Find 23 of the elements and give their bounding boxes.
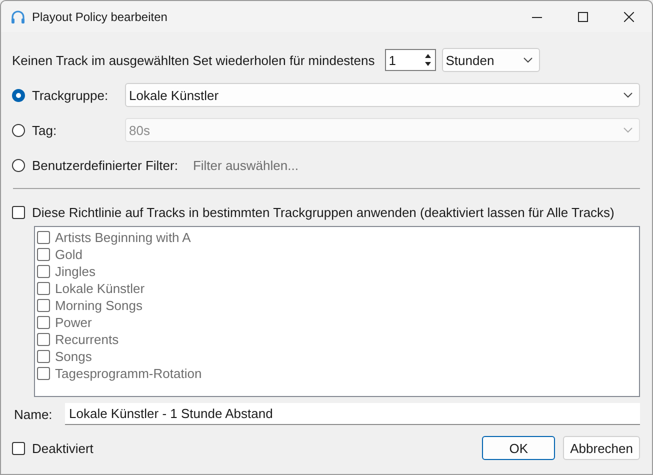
maximize-icon[interactable] (578, 12, 588, 22)
checkbox-label: Diese Richtlinie auf Tracks in bestimmten Trackgruppen anwenden (deaktiviert lassen für Alle Tracks) (32, 204, 614, 220)
checkbox[interactable] (12, 206, 25, 218)
unit-dropdown[interactable]: Stunden (442, 48, 540, 72)
window-title: Playout Policy bearbeiten (32, 10, 168, 24)
number-spinner[interactable]: 1 (384, 49, 436, 71)
chevron-icon (623, 92, 633, 98)
checkbox-label: Deaktiviert (32, 440, 94, 456)
headphones-icon (10, 8, 26, 24)
radio-button[interactable] (12, 88, 25, 102)
chevron-icon (522, 57, 533, 63)
dropdown[interactable]: Lokale Künstler (125, 83, 640, 107)
option-label: Tag: (32, 122, 58, 138)
repeat-label: Keinen Track im ausgewählten Set wiederholen für mindestens (12, 52, 375, 68)
chevron-icon (623, 127, 633, 133)
ok-button[interactable]: OK (482, 436, 556, 460)
name-label: Name: (14, 406, 54, 422)
option-label: Trackgruppe: (32, 88, 110, 102)
cancel-button[interactable]: Abbrechen (563, 436, 640, 460)
option-label: Benutzerdefinierter Filter: (32, 158, 178, 172)
name-field[interactable]: Lokale Künstler - 1 Stunde Abstand (65, 403, 640, 425)
checkbox[interactable] (12, 442, 25, 454)
close-icon[interactable] (624, 12, 634, 22)
